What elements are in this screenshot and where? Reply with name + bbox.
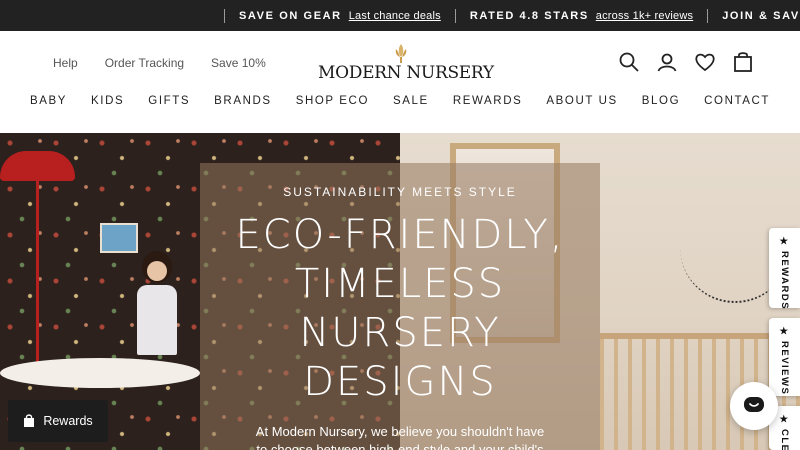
nav-item-gifts[interactable]: GIFTS: [136, 95, 202, 107]
nav-item-about-us[interactable]: ABOUT US: [534, 95, 629, 107]
play-table: [0, 358, 200, 388]
side-tab-label: REVIEWS: [779, 341, 790, 396]
chat-icon: [744, 397, 764, 412]
hero-banner: SUSTAINABILITY MEETS STYLE ECO-FRIENDLY,…: [0, 133, 800, 450]
hero-body: At Modern Nursery, we believe you should…: [200, 423, 600, 450]
save-10-link[interactable]: Save 10%: [211, 56, 266, 70]
star-icon: ★: [779, 414, 790, 425]
logo-text: MODERN NURSERY: [318, 63, 494, 83]
chat-button[interactable]: [730, 382, 778, 430]
announcement-item: SAVE ON GEAR Last chance deals: [224, 8, 455, 23]
nav-item-contact[interactable]: CONTACT: [692, 95, 782, 107]
nav-item-kids[interactable]: KIDS: [79, 95, 136, 107]
hero-body-line: to choose between high-end style and you…: [256, 442, 544, 450]
wishlist-icon[interactable]: [694, 51, 716, 73]
order-tracking-link[interactable]: Order Tracking: [105, 56, 184, 70]
nav-item-rewards[interactable]: REWARDS: [441, 95, 535, 107]
side-tab-label: CLE: [779, 429, 790, 450]
hero-copy: SUSTAINABILITY MEETS STYLE ECO-FRIENDLY,…: [200, 185, 600, 450]
nav-item-brands[interactable]: BRANDS: [202, 95, 284, 107]
side-tab-label: REWARDS: [779, 251, 790, 311]
account-icon[interactable]: [656, 51, 678, 73]
announcement-title: RATED 4.8 STARS: [469, 9, 589, 22]
bag-icon: [24, 414, 35, 427]
hero-eyebrow: SUSTAINABILITY MEETS STYLE: [283, 185, 517, 199]
announcement-bar: SAVE ON GEAR Last chance deals RATED 4.8…: [0, 0, 800, 31]
rewards-button[interactable]: Rewards: [8, 400, 108, 442]
announcement-title: JOIN & SAVE 10: [722, 9, 800, 22]
hero-body-line: At Modern Nursery, we believe you should…: [255, 424, 545, 439]
side-tab-rewards[interactable]: ★ REWARDS: [769, 228, 800, 311]
nav-item-blog[interactable]: BLOG: [630, 95, 692, 107]
hero-title-line: ECO-FRIENDLY,: [235, 212, 565, 258]
child-face: [147, 261, 167, 281]
logo-mark-icon: [395, 44, 407, 63]
announcement-title: SAVE ON GEAR: [239, 9, 342, 22]
announcement-link[interactable]: across 1k+ reviews: [596, 10, 693, 22]
hero-title: ECO-FRIENDLY, TIMELESS NURSERY DESIGNS: [200, 211, 600, 407]
star-icon: ★: [779, 236, 790, 247]
help-link[interactable]: Help: [53, 56, 78, 70]
red-lamp-pole: [36, 173, 39, 373]
announcement-item: JOIN & SAVE 10: [707, 8, 800, 23]
child-body: [137, 285, 177, 355]
header-icons: [618, 51, 754, 73]
announcement-link[interactable]: Last chance deals: [349, 10, 441, 22]
announcement-item: RATED 4.8 STARS across 1k+ reviews: [454, 8, 707, 23]
hero-title-line: TIMELESS: [294, 261, 506, 307]
child-figure: [132, 251, 182, 361]
star-icon: ★: [779, 326, 790, 337]
hero-title-line: NURSERY: [299, 310, 501, 356]
site-header: Help Order Tracking Save 10% MODERN NURS…: [0, 31, 800, 133]
nav-item-shop-eco[interactable]: SHOP ECO: [284, 95, 381, 107]
cart-icon[interactable]: [732, 51, 754, 73]
side-tab-reviews[interactable]: ★ REVIEWS: [769, 318, 800, 396]
utility-links: Help Order Tracking Save 10%: [53, 56, 293, 70]
site-logo[interactable]: MODERN NURSERY: [318, 43, 494, 83]
nav-item-sale[interactable]: SALE: [381, 95, 441, 107]
rewards-button-label: Rewards: [43, 414, 93, 428]
main-nav: BABY KIDS GIFTS BRANDS SHOP ECO SALE REW…: [0, 95, 800, 107]
search-icon[interactable]: [618, 51, 640, 73]
nav-item-baby[interactable]: BABY: [18, 95, 79, 107]
hero-title-line: DESIGNS: [303, 359, 497, 405]
butterfly-art: [100, 223, 138, 253]
